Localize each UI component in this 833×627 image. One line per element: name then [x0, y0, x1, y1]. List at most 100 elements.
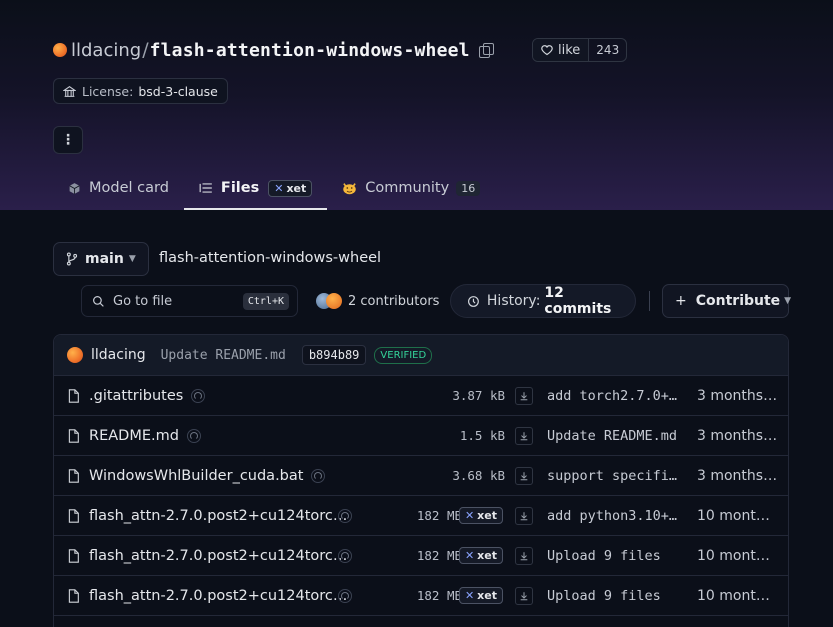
tab-label: Files	[220, 180, 260, 196]
file-commit-date: 10 mont…	[697, 587, 770, 604]
download-button[interactable]	[515, 536, 533, 575]
xet-icon: ✕	[464, 509, 475, 522]
copy-icon[interactable]	[478, 43, 494, 58]
file-size: 182 MB	[416, 508, 462, 523]
file-commit-message[interactable]: Upload 9 files	[547, 536, 661, 575]
author-avatar[interactable]	[67, 347, 83, 363]
commit-message[interactable]: Update README.md	[161, 348, 286, 363]
commit-author[interactable]: lldacing	[91, 347, 146, 363]
file-icon	[68, 456, 79, 495]
download-button[interactable]	[515, 496, 533, 535]
repo-separator: /	[142, 39, 149, 61]
history-icon	[468, 295, 479, 307]
file-name-link[interactable]: WindowsWhlBuilder_cuda.bat	[89, 456, 326, 495]
file-commit-date: 3 months…	[697, 467, 778, 484]
tab-community[interactable]: Community 16	[327, 166, 495, 210]
download-icon	[520, 431, 528, 440]
download-button[interactable]	[515, 376, 533, 415]
download-button[interactable]	[515, 456, 533, 495]
download-icon	[520, 591, 528, 600]
like-button[interactable]: like	[533, 39, 589, 61]
contributors-link[interactable]: 2 contributors	[316, 290, 439, 312]
search-icon	[93, 295, 104, 307]
file-commit-date: 10 mont…	[697, 507, 770, 524]
file-name-link[interactable]: flash_attn-2.7.0.post2+cu124torc…	[89, 576, 347, 615]
file-commit-message[interactable]: Upload 9 files	[547, 576, 661, 615]
contribute-label: Contribute	[695, 293, 781, 309]
file-commit-date: 3 months…	[697, 427, 778, 444]
xet-icon: ✕	[464, 589, 475, 602]
file-commit-message[interactable]: add python3.10+…	[547, 496, 677, 535]
files-icon	[199, 183, 212, 193]
file-name-link[interactable]: flash_attn-2.7.0.post2+cu124torc…	[89, 536, 347, 575]
last-commit-row: lldacing Update README.md b894b89 VERIFI…	[54, 335, 788, 376]
like-label: like	[558, 42, 581, 58]
chevron-down-icon: ▼	[128, 254, 136, 264]
owner-avatar[interactable]	[53, 43, 67, 57]
download-button[interactable]	[515, 416, 533, 455]
download-icon	[520, 551, 528, 560]
contributor-avatar	[326, 293, 342, 309]
download-button[interactable]	[515, 576, 533, 615]
scale-icon	[63, 85, 76, 97]
tab-files[interactable]: Files ✕ xet	[183, 166, 328, 210]
cube-icon	[69, 182, 80, 194]
repo-owner-link[interactable]: lldacing	[71, 40, 141, 61]
history-count: 12 commits	[544, 285, 612, 317]
repo-title: lldacing / flash-attention-windows-wheel	[53, 38, 494, 62]
like-group: like 243	[532, 38, 628, 62]
commit-hash[interactable]: b894b89	[301, 345, 367, 365]
license-value: bsd-3-clause	[138, 83, 218, 99]
license-key: License:	[82, 83, 134, 99]
history-button[interactable]: History: 12 commits	[450, 284, 636, 318]
safe-scan-icon	[186, 428, 201, 443]
file-size: 182 MB	[416, 548, 462, 563]
file-commit-message[interactable]: support specifi…	[547, 456, 677, 495]
file-size: 182 MB	[416, 588, 462, 603]
file-icon	[68, 496, 79, 535]
branch-icon	[66, 252, 78, 266]
file-icon	[68, 576, 79, 615]
branch-selector[interactable]: main ▼	[53, 242, 149, 276]
safe-scan-icon	[311, 468, 326, 483]
xet-storage-badge: ✕ xet	[458, 496, 503, 535]
go-to-file-input[interactable]: Go to file Ctrl+K	[81, 285, 298, 317]
safe-scan-icon	[338, 549, 352, 563]
more-options-button[interactable]: ⋮	[53, 126, 83, 154]
xet-icon: ✕	[274, 181, 284, 195]
file-row[interactable]: README.md 1.5 kB Update README.md 3 mont…	[54, 416, 788, 456]
contribute-button[interactable]: + Contribute ▼	[662, 284, 791, 318]
file-row[interactable]: WindowsWhlBuilder_cuda.bat 3.68 kB suppo…	[54, 456, 788, 496]
repo-tabs: Model card Files ✕ xet Community 16	[53, 166, 495, 210]
file-icon	[68, 376, 79, 415]
tab-label: Model card	[89, 180, 169, 196]
file-row[interactable]: flash_attn-2.7.0.post2+cu124torc… 182 MB…	[54, 496, 788, 536]
file-name-link[interactable]: README.md	[89, 416, 201, 455]
file-table: lldacing Update README.md b894b89 VERIFI…	[53, 334, 789, 627]
file-commit-date: 10 mont…	[697, 547, 770, 564]
file-row[interactable]: .gitattributes 3.87 kB add torch2.7.0+… …	[54, 376, 788, 416]
file-icon	[68, 536, 79, 575]
verified-badge: VERIFIED	[374, 346, 433, 364]
plus-icon: +	[675, 293, 687, 309]
repo-header: lldacing / flash-attention-windows-wheel…	[0, 0, 833, 210]
safe-scan-icon	[338, 589, 352, 603]
file-size: 3.68 kB	[452, 468, 505, 483]
like-count[interactable]: 243	[588, 39, 626, 61]
file-row[interactable]: flash_attn-2.7.0.post2+cu124torc… 182 MB…	[54, 576, 788, 616]
license-tag[interactable]: License: bsd-3-clause	[53, 78, 228, 104]
xet-storage-badge: ✕ xet	[458, 576, 503, 615]
download-icon	[520, 471, 528, 480]
file-list: .gitattributes 3.87 kB add torch2.7.0+… …	[54, 376, 788, 616]
file-name-link[interactable]: flash_attn-2.7.0.post2+cu124torc…	[89, 496, 347, 535]
toolbar-divider	[649, 291, 650, 311]
file-name-link[interactable]: .gitattributes	[89, 376, 206, 415]
xet-badge: ✕ xet	[268, 179, 313, 197]
file-row[interactable]: flash_attn-2.7.0.post2+cu124torc… 182 MB…	[54, 536, 788, 576]
file-commit-date: 3 months…	[697, 387, 778, 404]
tab-model-card[interactable]: Model card	[53, 166, 184, 210]
repo-name-link[interactable]: flash-attention-windows-wheel	[150, 40, 470, 61]
file-commit-message[interactable]: add torch2.7.0+…	[547, 376, 677, 415]
file-commit-message[interactable]: Update README.md	[547, 416, 677, 455]
breadcrumb[interactable]: flash-attention-windows-wheel	[159, 250, 381, 266]
